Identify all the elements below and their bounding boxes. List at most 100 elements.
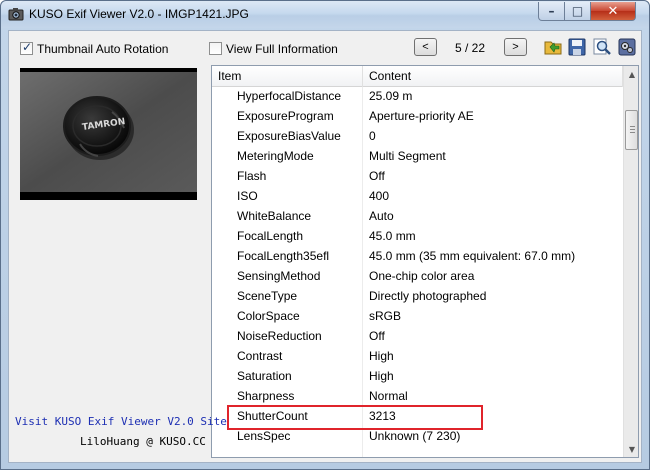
scroll-up-button[interactable]: ▲ [624,66,638,82]
shutter-count-highlight-box [227,405,483,430]
table-row[interactable]: SceneType Directly photographed [212,287,623,307]
table-row[interactable]: FocalLength 45.0 mm [212,227,623,247]
content-cell: High [369,349,394,363]
content-cell: 45.0 mm [369,229,416,243]
search-button[interactable] [592,37,612,57]
content-cell: Unknown (7 230) [369,429,461,443]
settings-button[interactable] [617,37,637,57]
content-cell: Off [369,329,385,343]
maximize-icon: □ [571,4,584,18]
column-header-item[interactable]: Item [212,66,363,87]
item-cell: Saturation [237,369,292,383]
table-row[interactable]: Flash Off [212,167,623,187]
page-indicator: 5 / 22 [455,41,486,55]
content-cell: High [369,369,394,383]
search-icon [593,38,611,55]
maximize-button[interactable]: □ [564,2,591,21]
camera-icon [8,8,24,21]
item-cell: SensingMethod [237,269,321,283]
title-bar[interactable]: KUSO Exif Viewer V2.0 - IMGP1421.JPG – □… [1,1,649,28]
content-cell: Aperture-priority AE [369,109,474,123]
content-cell: sRGB [369,309,402,323]
save-icon [568,38,586,56]
thumbnail-image: TAMRON [20,68,197,200]
thumbnail-auto-rotation-label[interactable]: Thumbnail Auto Rotation [37,42,168,56]
view-full-information-checkbox[interactable] [209,42,222,55]
thumbnail-auto-rotation-checkbox[interactable]: ✓ [20,40,33,55]
close-button[interactable]: ✕ [590,2,636,21]
item-cell: ExposureProgram [237,109,334,123]
list-rows: HyperfocalDistance 25.09 m ExposureProgra… [212,87,623,447]
exif-list[interactable]: Item Content HyperfocalDistance 25.09 m E… [211,65,639,458]
table-row[interactable]: FocalLength35efl 45.0 mm (35 mm equivalen… [212,247,623,267]
table-row[interactable]: HyperfocalDistance 25.09 m [212,87,623,107]
previous-button[interactable]: < [414,38,437,56]
grip-line [630,129,635,130]
content-cell: Off [369,169,385,183]
chevron-right-icon: > [512,41,519,53]
grip-line [630,126,635,127]
item-cell: ColorSpace [237,309,300,323]
app-window: KUSO Exif Viewer V2.0 - IMGP1421.JPG – □… [0,0,650,470]
table-row[interactable]: ExposureProgram Aperture-priority AE [212,107,623,127]
table-row[interactable]: Contrast High [212,347,623,367]
table-row[interactable]: LensSpec Unknown (7 230) [212,427,623,447]
item-cell: Sharpness [237,389,295,403]
site-link[interactable]: Visit KUSO Exif Viewer V2.0 Site [15,415,227,428]
close-icon: ✕ [607,3,619,19]
column-header-item-label: Item [218,69,242,83]
chevron-left-icon: < [422,41,429,53]
grip-line [630,132,635,133]
content-cell: Normal [369,389,408,403]
table-row[interactable]: WhiteBalance Auto [212,207,623,227]
lens-cap-photo [20,72,197,192]
open-folder-icon [544,41,562,55]
scroll-down-button[interactable]: ▼ [624,441,638,457]
list-header: Item Content [212,66,623,87]
content-cell: One-chip color area [369,269,475,283]
table-row[interactable]: Sharpness Normal [212,387,623,407]
table-row[interactable]: ColorSpace sRGB [212,307,623,327]
content-cell: 400 [369,189,390,203]
content-cell: 0 [369,129,376,143]
next-button[interactable]: > [504,38,527,56]
content-cell: Multi Segment [369,149,446,163]
item-cell: ExposureBiasValue [237,129,341,143]
table-row[interactable]: SensingMethod One-chip color area [212,267,623,287]
author-credit: LiloHuang @ KUSO.CC [80,435,206,448]
item-cell: ISO [237,189,258,203]
save-button[interactable] [567,37,587,57]
table-row[interactable]: ExposureBiasValue 0 [212,127,623,147]
item-cell: Contrast [237,349,283,363]
item-cell: NoiseReduction [237,329,322,343]
table-row[interactable]: Saturation High [212,367,623,387]
content-cell: Auto [369,209,394,223]
table-row[interactable]: NoiseReduction Off [212,327,623,347]
item-cell: FocalLength [237,229,304,243]
table-row[interactable]: ISO 400 [212,187,623,207]
item-cell: MeteringMode [237,149,314,163]
minimize-icon: – [548,4,555,18]
settings-icon [618,38,636,56]
item-cell: WhiteBalance [237,209,312,223]
column-header-content-label: Content [369,69,412,83]
window-title: KUSO Exif Viewer V2.0 - IMGP1421.JPG [29,7,249,21]
item-cell: SceneType [237,289,298,303]
scrollbar-thumb[interactable] [625,110,638,150]
content-cell: 25.09 m [369,89,413,103]
scroll-up-icon: ▲ [628,69,636,79]
client-area: ✓ Thumbnail Auto Rotation View Full Info… [8,30,642,463]
open-folder-button[interactable] [543,37,563,57]
table-row[interactable]: MeteringMode Multi Segment [212,147,623,167]
item-cell: LensSpec [237,429,291,443]
column-header-content[interactable]: Content [363,66,623,87]
minimize-button[interactable]: – [538,2,565,21]
content-cell: 45.0 mm (35 mm equivalent: 67.0 mm) [369,249,576,263]
item-cell: FocalLength35efl [237,249,330,263]
content-cell: Directly photographed [369,289,487,303]
view-full-information-label[interactable]: View Full Information [226,42,338,56]
scroll-down-icon: ▼ [628,444,636,454]
item-cell: HyperfocalDistance [237,89,342,103]
vertical-scrollbar[interactable]: ▲ ▼ [623,66,638,457]
item-cell: Flash [237,169,267,183]
